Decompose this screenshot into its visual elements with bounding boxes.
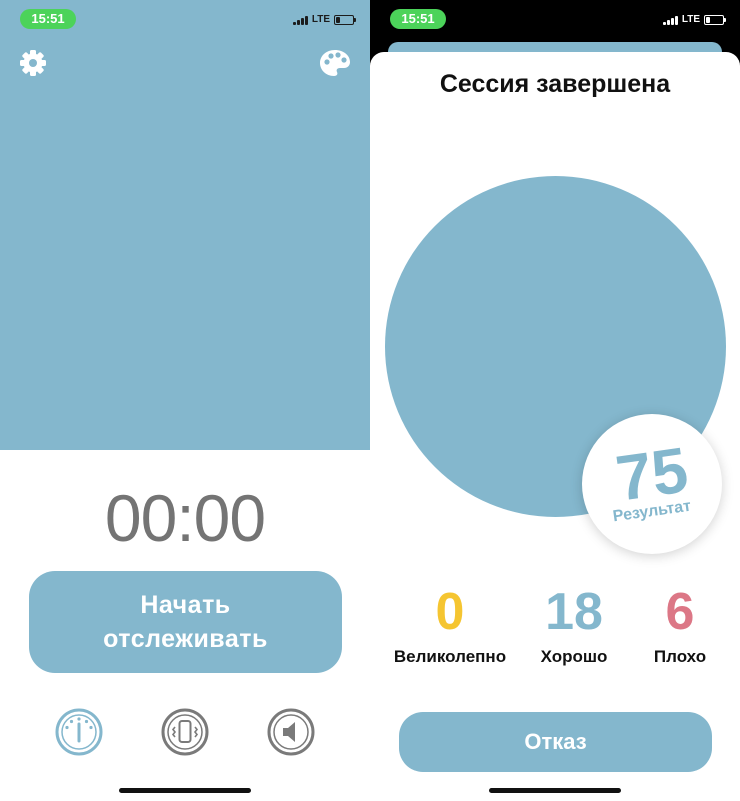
- start-tracking-button[interactable]: Начать отслеживать: [29, 571, 342, 673]
- stat-great-value: 0: [435, 583, 465, 641]
- home-indicator: [119, 788, 251, 793]
- stat-great-label: Великолепно: [393, 647, 507, 666]
- gear-icon[interactable]: [18, 48, 48, 78]
- stat-bad-label: Плохо: [653, 647, 707, 666]
- signal-icon: [662, 15, 678, 25]
- tracking-screen: 15:51 LTE 00:00 Начать отслеживать: [0, 0, 370, 801]
- stat-great: 0 Великолепно: [380, 582, 520, 668]
- stat-bad: 6 Плохо: [610, 582, 740, 668]
- gauge-icon[interactable]: [55, 708, 103, 756]
- session-timer: 00:00: [104, 481, 266, 555]
- start-tracking-label: Начать отслеживать: [103, 591, 268, 653]
- tracker-area: [0, 0, 370, 450]
- status-time: 15:51: [390, 9, 446, 29]
- home-indicator: [489, 788, 621, 793]
- cancel-button[interactable]: Отказ: [399, 712, 712, 772]
- session-result-screen: 15:51 LTE Сессия завершена 75 Результат …: [370, 0, 740, 801]
- phone-vibrate-icon[interactable]: [161, 708, 209, 756]
- status-indicators: LTE: [292, 14, 356, 26]
- stat-bad-value: 6: [665, 583, 695, 641]
- network-type: LTE: [681, 14, 700, 25]
- battery-icon: [704, 15, 726, 25]
- result-sheet: Сессия завершена 75 Результат 0 Великоле…: [370, 52, 740, 801]
- status-indicators: LTE: [662, 14, 726, 26]
- status-time: 15:51: [20, 9, 76, 29]
- network-type: LTE: [311, 14, 330, 25]
- signal-icon: [292, 15, 308, 25]
- score-badge: 75 Результат: [582, 414, 722, 554]
- battery-icon: [334, 15, 356, 25]
- palette-icon[interactable]: [318, 48, 352, 78]
- speaker-icon[interactable]: [267, 708, 315, 756]
- page-title: Сессия завершена: [439, 70, 671, 98]
